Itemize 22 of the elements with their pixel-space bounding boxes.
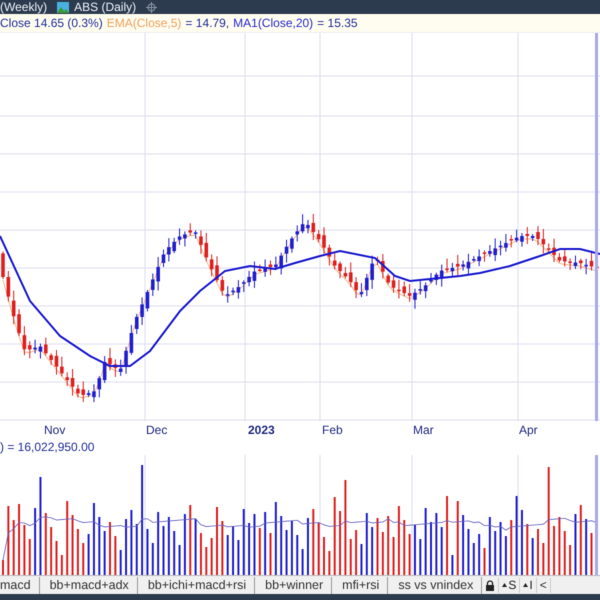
legend-text: = 14.79,: [185, 16, 230, 30]
legend-text: MA1(Close,20): [233, 16, 314, 30]
triangle-up-icon: [523, 583, 528, 587]
axis-label: Dec: [146, 423, 168, 437]
axis-label: Feb: [322, 423, 343, 437]
chart-tab[interactable]: (Weekly): [0, 0, 48, 14]
legend-text: Close 14.65 (0.3%): [0, 16, 103, 30]
axis-label: 2023: [248, 423, 275, 437]
tool-button[interactable]: I: [520, 578, 537, 592]
scroll-left-button[interactable]: <: [536, 578, 551, 592]
legend-text: EMA(Close,5): [106, 16, 182, 30]
lock-icon[interactable]: [485, 580, 496, 590]
tool-button[interactable]: S: [499, 578, 520, 592]
legend-text: = 15.35: [317, 16, 358, 30]
volume-legend: ) = 16,022,950.00: [0, 439, 600, 455]
triangle-up-icon: [502, 583, 508, 587]
chart-tab[interactable]: ABS (Daily): [57, 0, 136, 14]
crosshair-icon[interactable]: [146, 2, 158, 12]
picture-icon: [57, 2, 70, 12]
axis-label: Nov: [44, 423, 66, 437]
axis-label: Apr: [519, 423, 538, 437]
axis-label: Mar: [413, 423, 434, 437]
